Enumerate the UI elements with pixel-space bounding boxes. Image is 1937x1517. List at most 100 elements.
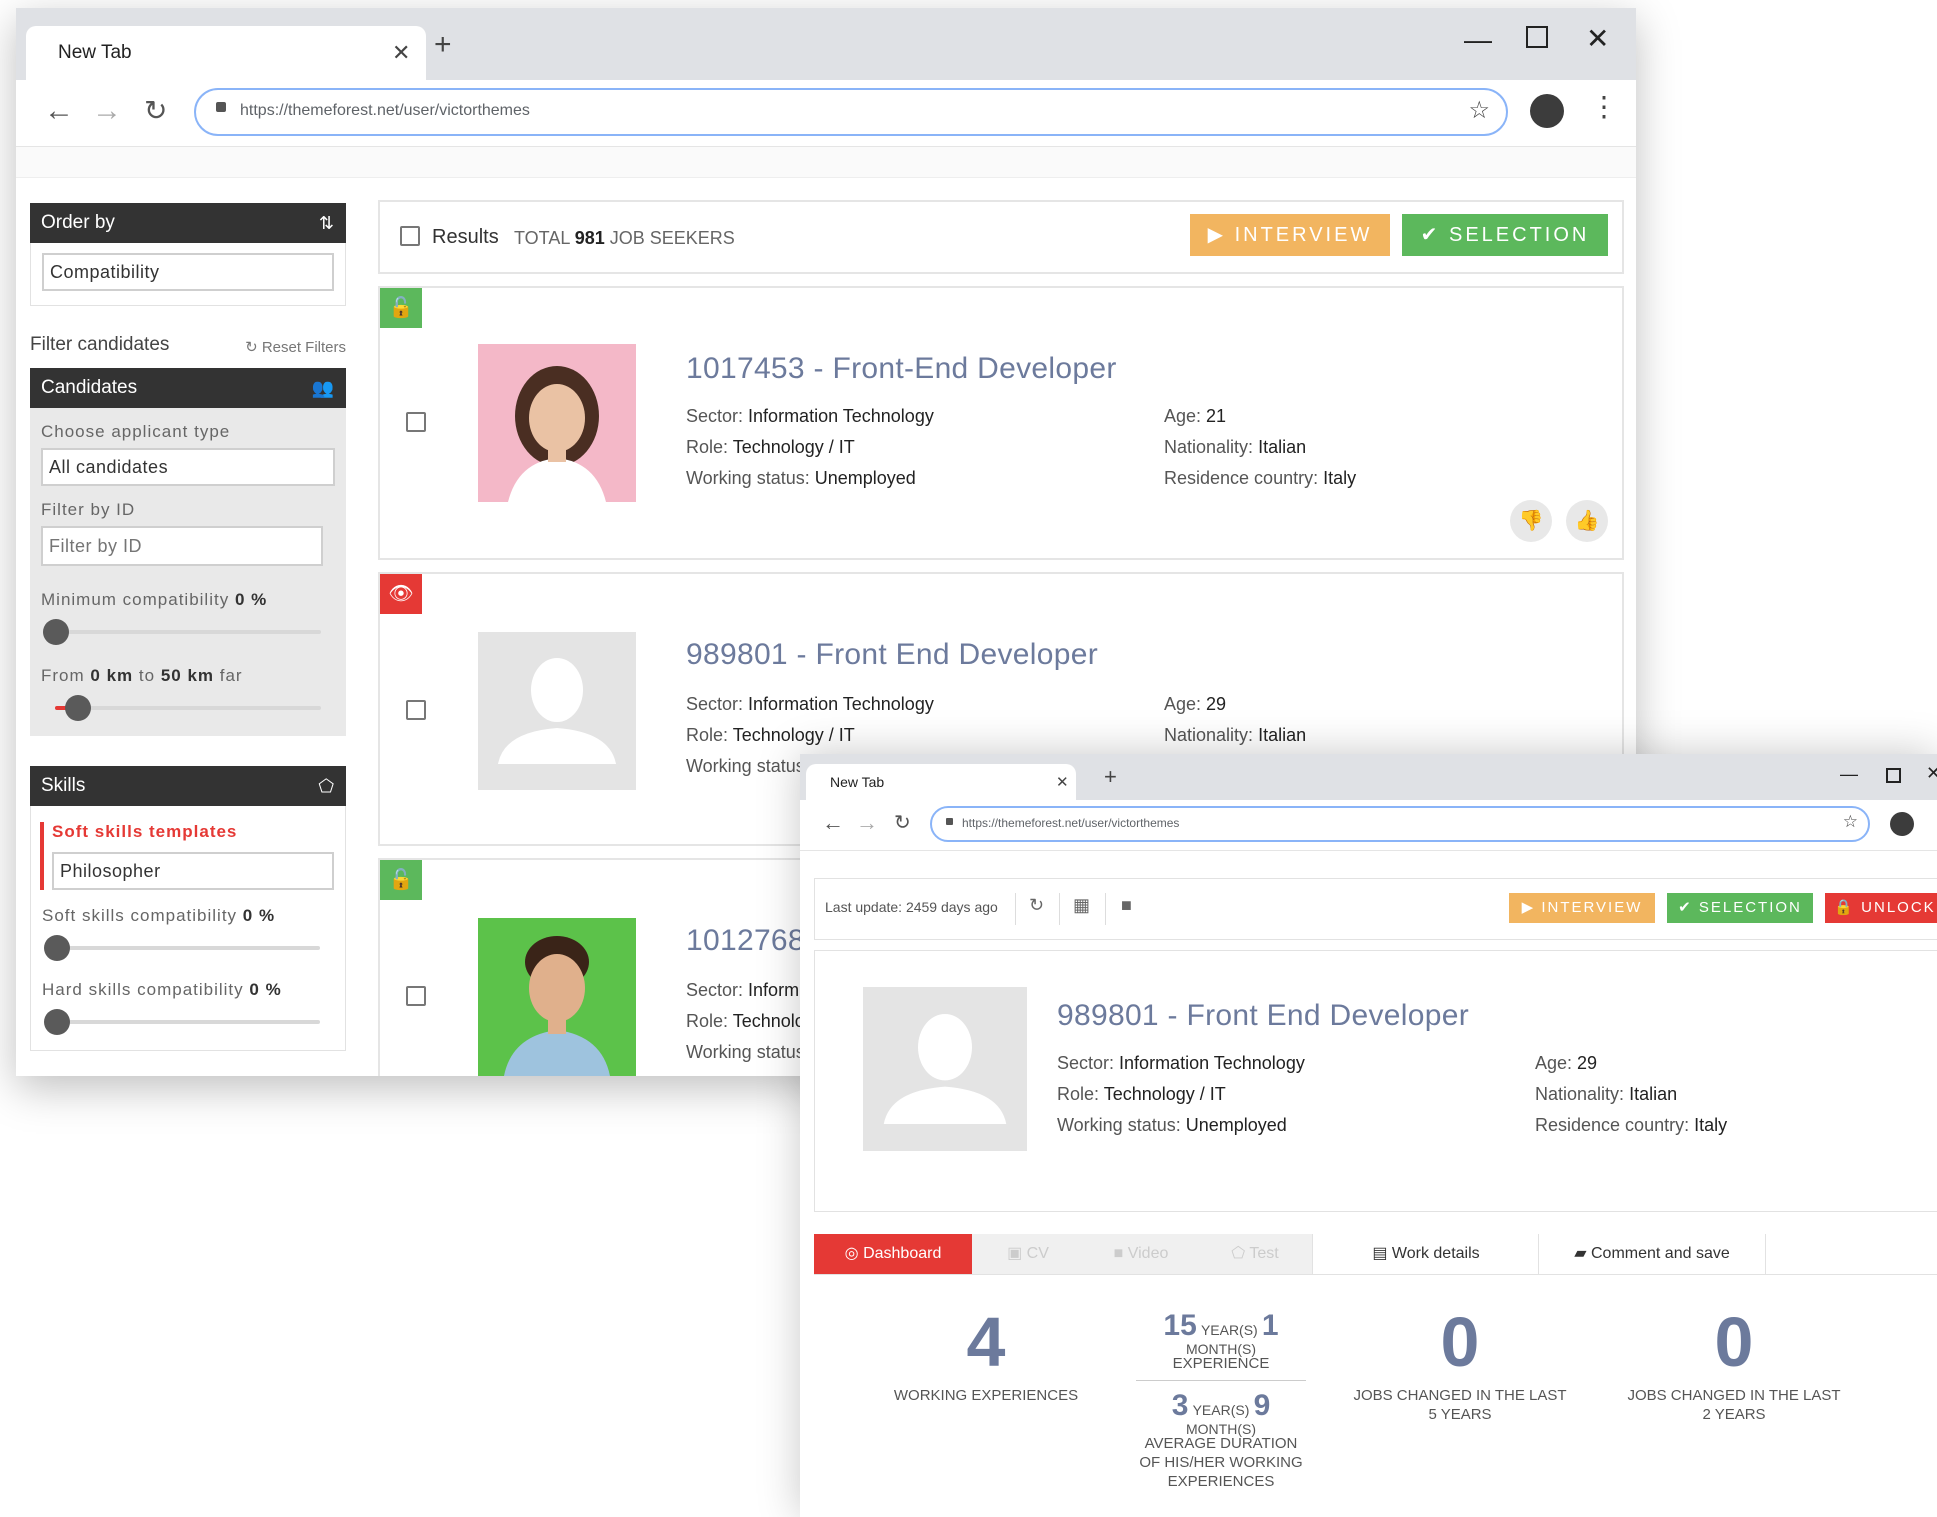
forward-icon[interactable]: → xyxy=(92,94,122,128)
exp-years: 15 xyxy=(1163,1309,1197,1342)
tab-label: CV xyxy=(1026,1245,1049,1262)
hard-compat-text: Hard skills compatibility xyxy=(42,980,244,999)
candidates-header: Candidates 👥 xyxy=(30,368,346,408)
status-label: Working status: xyxy=(1057,1115,1181,1135)
bookmark-star-icon[interactable]: ☆ xyxy=(1468,96,1490,125)
residence-value: Italy xyxy=(1323,468,1357,488)
candidate-sector: Sector: Inform xyxy=(686,980,799,1001)
menu-kebab-icon[interactable]: ⋮ xyxy=(1590,90,1618,123)
soft-templates-select[interactable]: Philosopher xyxy=(52,852,334,890)
sector-label: Sector: xyxy=(686,980,744,1000)
refresh-icon[interactable]: ↻ xyxy=(1029,895,1044,916)
age-value: 29 xyxy=(1206,694,1227,714)
nationality-label: Nationality: xyxy=(1164,437,1254,457)
candidate-sector: Sector: Information Technology xyxy=(686,406,934,427)
tab-test[interactable]: ⬠ Test xyxy=(1198,1234,1312,1274)
close-window-icon[interactable]: ✕ xyxy=(1926,763,1937,784)
back-icon[interactable]: ← xyxy=(44,94,74,128)
tab-label: Work details xyxy=(1391,1245,1480,1262)
candidate-checkbox[interactable] xyxy=(406,700,426,720)
filter-id-input[interactable] xyxy=(41,526,323,566)
cv-icon: ▣ xyxy=(1007,1245,1027,1262)
tab-close-icon[interactable]: ✕ xyxy=(392,40,410,66)
soft-compat-slider[interactable] xyxy=(42,932,334,962)
reset-icon: ↻ xyxy=(245,339,262,356)
slider-knob[interactable] xyxy=(65,695,91,721)
filter-id-label: Filter by ID xyxy=(41,500,136,519)
filter-title: Filter candidates xyxy=(30,334,170,355)
close-window-icon[interactable]: ✕ xyxy=(1586,22,1609,55)
minimize-icon[interactable]: — xyxy=(1840,764,1858,785)
min-compat-slider[interactable] xyxy=(41,616,335,646)
candidate-status: Working status: Unemployed xyxy=(686,468,916,489)
candidate-title[interactable]: 1017453 - Front-End Developer xyxy=(686,352,1117,386)
thumbs-up-icon[interactable]: 👍 xyxy=(1566,500,1608,542)
browser-tab[interactable]: New Tab ✕ xyxy=(26,26,426,80)
new-tab-icon[interactable]: + xyxy=(434,28,452,62)
profile-avatar[interactable] xyxy=(1530,94,1564,128)
candidate-checkbox[interactable] xyxy=(406,986,426,1006)
selection-button[interactable]: ✔ SELECTION xyxy=(1667,893,1813,923)
sort-icon[interactable]: ⇅ xyxy=(319,203,334,243)
candidate-card[interactable]: 🔓 1017453 - Front-End Developer Sector: … xyxy=(378,286,1624,560)
jobs-changed-5-label: JOBS CHANGED IN THE LAST 5 YEARS xyxy=(1353,1387,1567,1423)
address-bar[interactable]: https://themeforest.net/user/victortheme… xyxy=(930,806,1870,842)
qr-code-icon[interactable]: ▦ xyxy=(1073,895,1090,916)
status-label: Working status: xyxy=(686,756,810,776)
slider-knob[interactable] xyxy=(44,935,70,961)
hard-compat-slider[interactable] xyxy=(42,1006,334,1036)
maximize-icon[interactable] xyxy=(1886,768,1901,783)
interview-button[interactable]: ▶ INTERVIEW xyxy=(1509,893,1655,923)
tab-comment-save[interactable]: ▰ Comment and save xyxy=(1538,1234,1766,1274)
tab-strip: New Tab ✕ + — ✕ xyxy=(800,754,1937,800)
tab-dashboard[interactable]: ◎ Dashboard xyxy=(814,1234,972,1274)
sector-value: Inform xyxy=(748,980,800,1000)
thumbs-down-icon[interactable]: 👎 xyxy=(1510,500,1552,542)
page-top-strip xyxy=(16,147,1636,178)
soft-compat-text: Soft skills compatibility xyxy=(42,906,238,925)
slider-track xyxy=(56,1020,320,1024)
forward-icon[interactable]: → xyxy=(856,810,878,836)
back-icon[interactable]: ← xyxy=(822,810,844,836)
profile-avatar[interactable] xyxy=(1890,812,1914,836)
unlock-button[interactable]: 🔒 UNLOCK xyxy=(1825,893,1937,923)
candidate-checkbox[interactable] xyxy=(406,412,426,432)
results-label: Results xyxy=(432,226,499,248)
role-label: Role: xyxy=(1057,1084,1100,1104)
slider-knob[interactable] xyxy=(43,619,69,645)
tab-cv[interactable]: ▣ CV xyxy=(972,1234,1084,1274)
reload-icon[interactable]: ↻ xyxy=(894,810,911,835)
menu-kebab-icon[interactable]: ⋮ xyxy=(1930,808,1937,833)
candidate-status: Working status: xyxy=(686,1042,810,1063)
tab-video[interactable]: ■ Video xyxy=(1084,1234,1198,1274)
candidate-title[interactable]: 1012768 xyxy=(686,924,805,958)
reset-filters-link[interactable]: ↻ Reset Filters xyxy=(245,338,346,356)
maximize-icon[interactable] xyxy=(1526,26,1548,48)
tab-work-details[interactable]: ▤ Work details xyxy=(1312,1234,1539,1274)
selection-button[interactable]: ✔ SELECTION xyxy=(1402,214,1608,256)
distance-slider[interactable] xyxy=(41,692,335,722)
minimize-icon[interactable]: — xyxy=(1464,24,1492,56)
order-by-select[interactable]: Compatibility xyxy=(42,253,334,291)
jobs-changed-5-count: 0 xyxy=(1440,1303,1480,1381)
skills-header: Skills ⬠ xyxy=(30,766,346,806)
experience-duration: 15 YEAR(S) 1 MONTH(S) xyxy=(1136,1311,1306,1359)
candidate-title[interactable]: 989801 - Front End Developer xyxy=(686,638,1098,672)
reload-icon[interactable]: ↻ xyxy=(144,94,167,127)
tab-label: Video xyxy=(1127,1245,1169,1262)
select-all-checkbox[interactable] xyxy=(400,226,420,246)
interview-button[interactable]: ▶ INTERVIEW xyxy=(1190,214,1390,256)
candidate-photo-placeholder xyxy=(478,632,636,790)
slider-knob[interactable] xyxy=(44,1009,70,1035)
candidates-title: Candidates xyxy=(41,377,138,398)
status-value: Unemployed xyxy=(814,468,916,488)
tab-close-icon[interactable]: ✕ xyxy=(1056,773,1069,791)
address-bar[interactable]: https://themeforest.net/user/victortheme… xyxy=(194,88,1508,136)
applicant-type-select[interactable]: All candidates xyxy=(41,448,335,486)
slider-track xyxy=(55,706,321,710)
test-icon: ⬠ xyxy=(1231,1245,1250,1262)
new-tab-icon[interactable]: + xyxy=(1104,764,1117,790)
bookmark-star-icon[interactable]: ☆ xyxy=(1843,812,1858,832)
browser-tab[interactable]: New Tab ✕ xyxy=(806,764,1076,800)
video-camera-icon[interactable]: ■ xyxy=(1121,895,1132,916)
